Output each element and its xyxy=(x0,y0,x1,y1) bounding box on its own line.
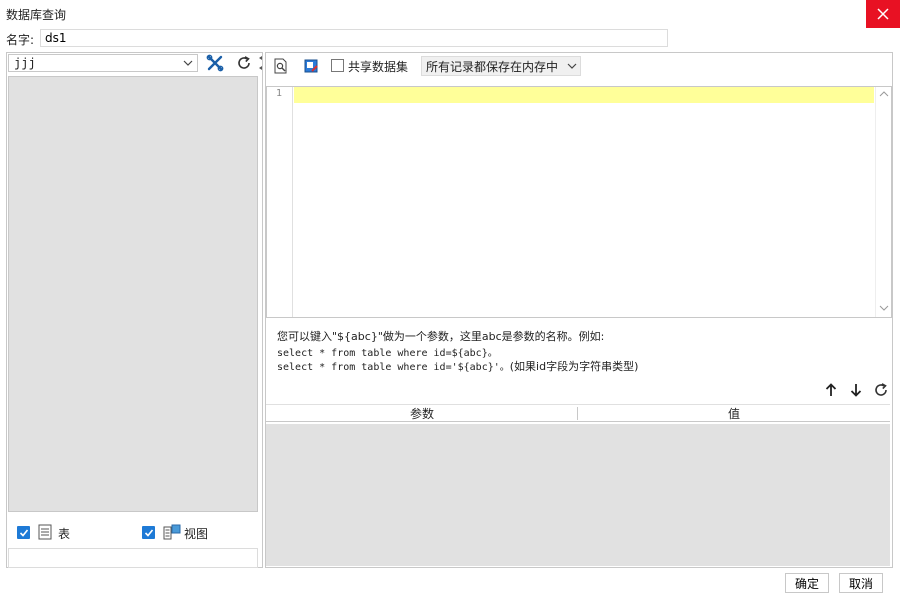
datasource-select[interactable] xyxy=(8,54,198,72)
close-icon xyxy=(877,8,889,20)
param-hint-line3: select * from table where id='${abc}'。(如… xyxy=(277,358,638,374)
name-input[interactable] xyxy=(40,29,668,47)
views-label: 视图 xyxy=(184,527,209,541)
line-number-gutter xyxy=(267,87,293,317)
scroll-up-icon[interactable] xyxy=(879,91,889,97)
param-hint-code: select * from table where id='${abc}'。 xyxy=(277,362,510,373)
views-checkbox[interactable] xyxy=(142,526,155,539)
table-filter-input[interactable] xyxy=(8,548,258,568)
chevron-down-icon[interactable] xyxy=(563,56,581,76)
title-bar xyxy=(0,0,900,28)
sql-format-button[interactable] xyxy=(300,56,322,76)
move-up-button[interactable] xyxy=(820,380,842,400)
connection-settings-button[interactable] xyxy=(204,53,226,73)
param-column-header[interactable]: 参数 xyxy=(266,405,578,422)
close-button[interactable] xyxy=(866,0,900,28)
value-column-header[interactable]: 值 xyxy=(578,405,890,422)
cache-mode-value: 所有记录都保存在内存中 xyxy=(426,60,559,74)
check-icon xyxy=(144,528,153,537)
table-icon xyxy=(38,524,52,543)
view-icon xyxy=(163,524,181,543)
tools-icon xyxy=(206,54,224,72)
editor-scrollbar[interactable] xyxy=(875,87,891,317)
shared-dataset-label: 共享数据集 xyxy=(348,60,409,74)
refresh-params-button[interactable] xyxy=(870,380,892,400)
check-icon xyxy=(19,528,28,537)
window-title: 数据库查询 xyxy=(6,8,67,22)
ok-button[interactable]: 确定 xyxy=(785,573,829,593)
scroll-down-icon[interactable] xyxy=(879,305,889,311)
param-table-body[interactable] xyxy=(266,424,890,566)
refresh-icon xyxy=(238,56,250,69)
panel-splitter-handle[interactable] xyxy=(258,55,263,71)
footer-bar xyxy=(0,570,900,600)
param-hint-note: (如果id字段为字符串类型) xyxy=(509,360,639,373)
param-hint-line1: 您可以键入"${abc}"做为一个参数，这里abc是参数的名称。例如: xyxy=(277,330,605,343)
datasource-value: jjj xyxy=(14,56,36,70)
arrow-up-icon xyxy=(825,383,837,396)
param-hint-line2: select * from table where id=${abc}。 xyxy=(277,348,498,359)
line-number: 1 xyxy=(275,88,282,99)
tables-label: 表 xyxy=(58,527,71,541)
table-tree[interactable] xyxy=(8,76,258,512)
active-line-highlight xyxy=(294,87,874,103)
edit-icon xyxy=(304,59,318,73)
refresh-tree-button[interactable] xyxy=(233,53,255,73)
move-down-button[interactable] xyxy=(845,380,867,400)
chevron-down-icon[interactable] xyxy=(178,54,198,72)
cancel-button[interactable]: 取消 xyxy=(839,573,883,593)
preview-button[interactable] xyxy=(270,56,292,76)
tables-checkbox[interactable] xyxy=(17,526,30,539)
arrow-down-icon xyxy=(850,384,862,397)
preview-icon xyxy=(274,58,287,74)
refresh-icon xyxy=(875,383,887,396)
shared-dataset-checkbox[interactable] xyxy=(331,59,344,72)
sql-editor[interactable] xyxy=(266,86,892,318)
name-label: 名字: xyxy=(6,33,35,47)
